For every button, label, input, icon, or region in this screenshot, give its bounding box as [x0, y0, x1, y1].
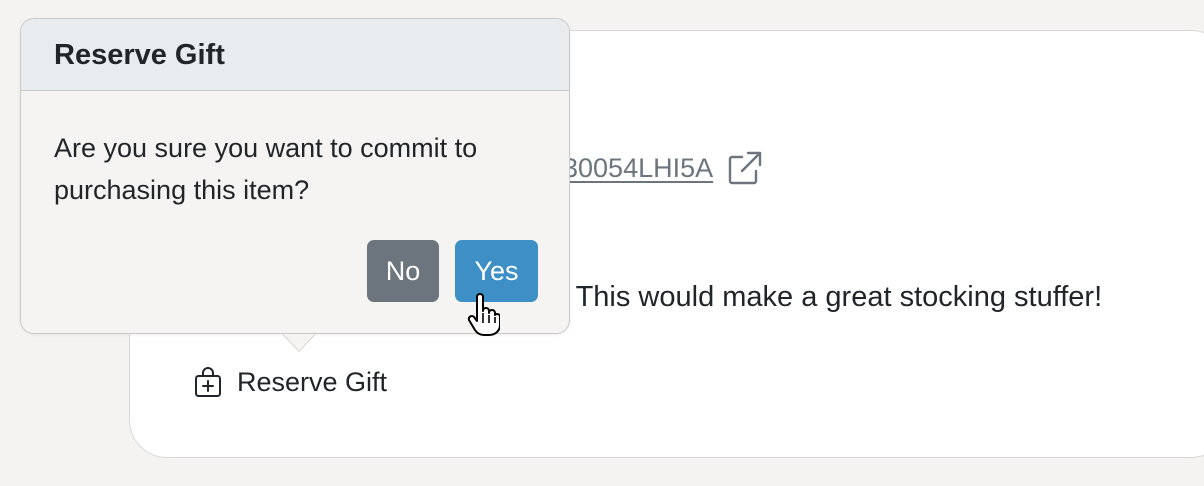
item-link[interactable]: 30054LHI5A — [563, 153, 719, 184]
confirm-popover: Reserve Gift Are you sure you want to co… — [20, 18, 570, 352]
item-link-row: 30054LHI5A — [563, 150, 763, 186]
hand-pointer-icon — [466, 293, 501, 337]
bag-plus-icon — [193, 366, 223, 398]
popover-title: Reserve Gift — [21, 19, 569, 91]
external-link-icon[interactable] — [727, 150, 763, 186]
popover-message: Are you sure you want to commit to purch… — [54, 133, 478, 205]
no-button[interactable]: No — [367, 240, 439, 302]
item-description: . This would make a great stocking stuff… — [560, 281, 1103, 313]
reserve-gift-button[interactable]: Reserve Gift — [193, 366, 387, 398]
reserve-gift-label: Reserve Gift — [237, 366, 388, 397]
